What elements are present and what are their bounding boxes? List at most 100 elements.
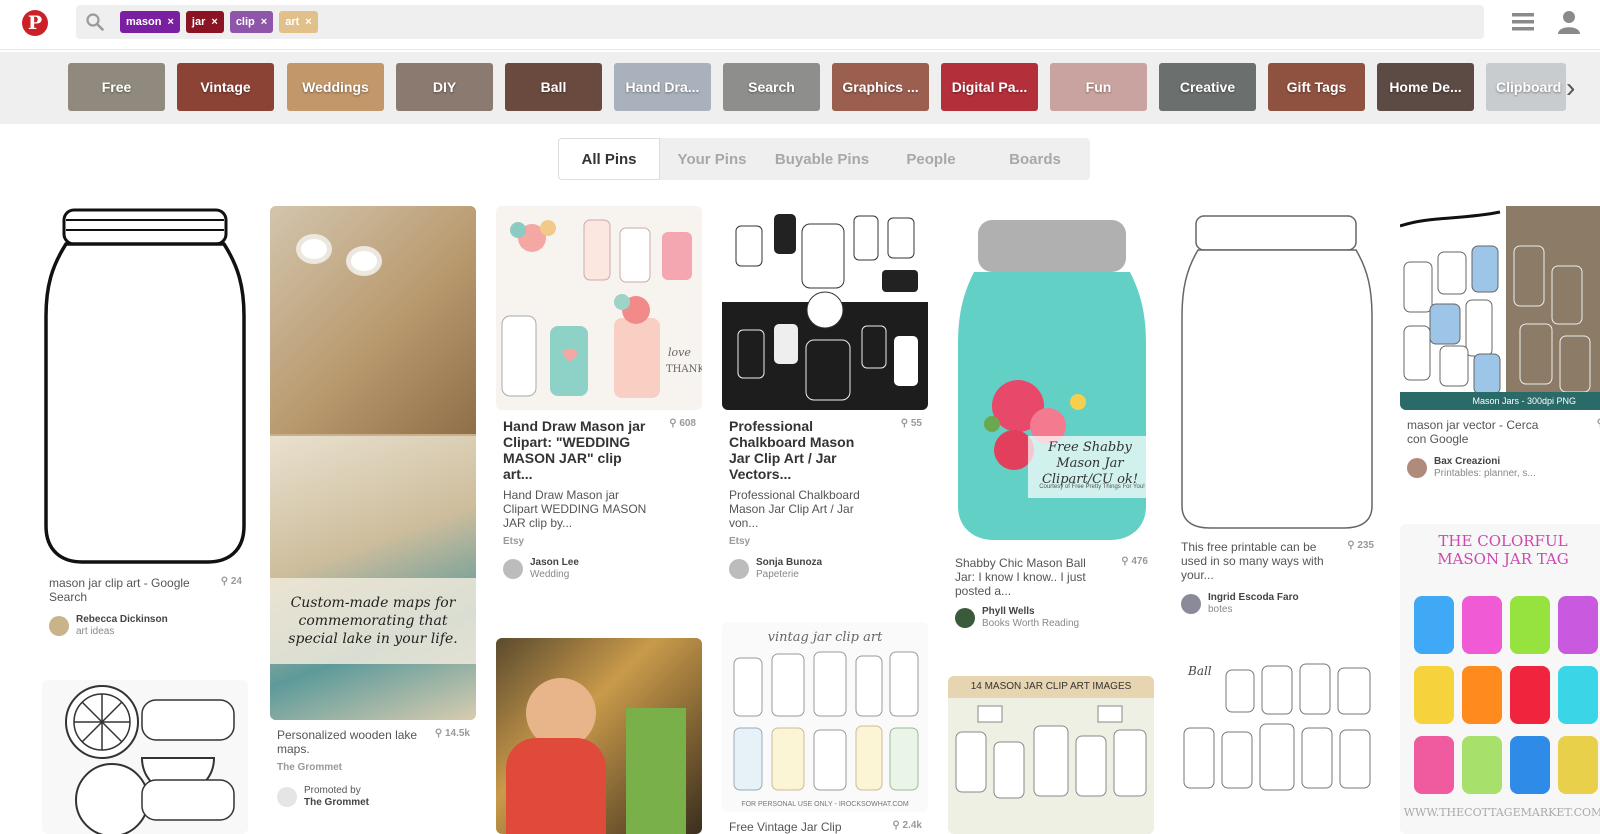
pin-image[interactable] [42, 680, 248, 834]
pin-description: mason jar clip art - Google Search [49, 576, 190, 604]
guide-fun[interactable]: Fun [1050, 63, 1147, 111]
pin-overlay-caption: Mason Jars - 300dpi PNG [1400, 392, 1600, 410]
pin-card[interactable]: This free printable can be used in so ma… [1174, 206, 1380, 616]
avatar[interactable] [1181, 594, 1201, 614]
pin-card[interactable]: vintag jar clip art FOR PERSONAL USE ONL… [722, 622, 928, 834]
pinner-info[interactable]: Jason Lee Wedding [496, 557, 702, 581]
pinner-info[interactable]: Phyll Wells Books Worth Reading [948, 606, 1154, 630]
guide-hand-drawn[interactable]: Hand Dra... [614, 63, 711, 111]
pin-card[interactable] [42, 680, 248, 834]
search-tag-jar[interactable]: jar × [185, 11, 224, 33]
search-tags: mason × jar × clip × art × [120, 11, 318, 33]
pinner-name: The Grommet [304, 797, 370, 808]
pin-image[interactable]: Custom-made maps for commemorating that … [270, 206, 476, 720]
avatar[interactable] [503, 559, 523, 579]
pin-image[interactable]: vintag jar clip art FOR PERSONAL USE ONL… [722, 622, 928, 812]
guide-search[interactable]: Search [723, 63, 820, 111]
repin-count-value: 14.5k [444, 728, 470, 739]
guide-clipboard[interactable]: Clipboard [1486, 63, 1566, 111]
pinner-name: Rebecca Dickinson [76, 614, 168, 625]
pin-source[interactable]: Etsy [503, 536, 702, 547]
pin-card[interactable]: Professional Chalkboard Mason Jar Clip A… [722, 206, 928, 581]
guide-gift-tags[interactable]: Gift Tags [1268, 63, 1365, 111]
pinner-name: Sonja Bunoza [756, 557, 823, 568]
chalkboard-jars-clipart [735, 214, 918, 401]
top-header: P mason × jar × clip × art × [0, 0, 1600, 50]
pin-image[interactable] [1174, 206, 1380, 532]
pin-card[interactable]: THE COLORFUL MASON JAR TAG WWW.THECOTTAG… [1400, 524, 1600, 834]
pin-image[interactable]: 14 MASON JAR CLIP ART IMAGES [948, 676, 1154, 834]
repin-count: ⚲ 55 [900, 418, 922, 429]
search-tag-label: art [285, 16, 300, 28]
pinner-board: art ideas [76, 626, 115, 637]
guide-ball[interactable]: Ball [505, 63, 602, 111]
pinner-name: Bax Creazioni [1434, 456, 1501, 467]
pin-source[interactable]: The Grommet [277, 762, 476, 773]
pin-card[interactable]: love THANKS Hand Draw Mason jar Clipart:… [496, 206, 702, 581]
menu-icon[interactable] [1512, 13, 1534, 31]
pin-card[interactable]: mason jar clip art - Google Search ⚲ 24 … [42, 206, 248, 638]
guide-creative[interactable]: Creative [1159, 63, 1256, 111]
pin-description: Professional Chalkboard Mason Jar Clip A… [729, 488, 860, 530]
pin-image[interactable] [496, 638, 702, 834]
pin-card[interactable]: Custom-made maps for commemorating that … [270, 206, 476, 809]
promo-overlay-text: Custom-made maps for commemorating that … [270, 578, 476, 664]
tab-all-pins[interactable]: All Pins [558, 138, 660, 180]
tab-people[interactable]: People [880, 138, 982, 180]
search-tag-clip[interactable]: clip × [229, 11, 274, 33]
avatar[interactable] [49, 616, 69, 636]
user-icon[interactable] [1558, 10, 1580, 34]
pin-image[interactable]: Mason Jars - 300dpi PNG [1400, 206, 1600, 410]
avatar[interactable] [1407, 458, 1427, 478]
pin-card[interactable]: Ball [1174, 658, 1380, 834]
search-tag-mason[interactable]: mason × [120, 11, 180, 33]
pin-image[interactable]: THE COLORFUL MASON JAR TAG WWW.THECOTTAG… [1400, 524, 1600, 834]
repin-count: ⚲ 14.5k [434, 728, 470, 739]
repin-count-value: 476 [1131, 556, 1148, 567]
vintage-jars-clipart [733, 651, 919, 791]
pinner-info[interactable]: Ingrid Escoda Faro botes [1174, 592, 1380, 616]
pin-image[interactable]: Free Shabby Mason Jar Clipart/CU ok! Cou… [948, 206, 1154, 548]
search-tag-label: mason [126, 16, 162, 28]
remove-tag-icon[interactable]: × [167, 16, 173, 28]
pin-image[interactable] [722, 206, 928, 410]
remove-tag-icon[interactable]: × [211, 16, 217, 28]
pin-card[interactable] [496, 638, 702, 834]
chevron-right-icon[interactable]: › [1566, 72, 1575, 104]
guide-digital-paper[interactable]: Digital Pa... [941, 63, 1038, 111]
pin-image[interactable]: love THANKS [496, 206, 702, 410]
pin-source[interactable]: Etsy [729, 536, 928, 547]
pinner-info[interactable]: Sonja Bunoza Papeterie [722, 557, 928, 581]
avatar[interactable] [955, 608, 975, 628]
search-icon[interactable] [86, 13, 104, 31]
avatar[interactable] [277, 787, 297, 807]
remove-tag-icon[interactable]: × [261, 16, 267, 28]
pinner-info[interactable]: Promoted by The Grommet [270, 785, 476, 809]
pinner-info[interactable]: Bax Creazioni Printables: planner, s... [1400, 456, 1600, 480]
pin-image[interactable]: Ball [1174, 658, 1380, 834]
pinner-info[interactable]: Rebecca Dickinson art ideas [42, 614, 248, 638]
search-tag-art[interactable]: art × [279, 11, 318, 33]
avatar[interactable] [729, 559, 749, 579]
pin-card[interactable]: Free Shabby Mason Jar Clipart/CU ok! Cou… [948, 206, 1154, 630]
guide-graphics[interactable]: Graphics ... [832, 63, 929, 111]
guide-vintage[interactable]: Vintage [177, 63, 274, 111]
pin-overlay-caption: Courtesy of Free Pretty Things For You! [1039, 484, 1145, 490]
pin-card[interactable]: 14 MASON JAR CLIP ART IMAGES [948, 676, 1154, 834]
guide-diy[interactable]: DIY [396, 63, 493, 111]
tab-buyable-pins[interactable]: Buyable Pins [764, 138, 880, 180]
mason-jar-vector-clipart [1400, 210, 1591, 395]
tab-boards[interactable]: Boards [982, 138, 1088, 180]
tab-your-pins[interactable]: Your Pins [660, 138, 764, 180]
guide-home-decor[interactable]: Home De... [1377, 63, 1474, 111]
pin-image[interactable] [42, 206, 248, 568]
fruit-slices-drawing [65, 685, 235, 834]
guided-search-bar: Free Vintage Weddings DIY Ball Hand Dra.… [0, 52, 1600, 124]
pin-title[interactable]: Professional Chalkboard Mason Jar Clip A… [729, 418, 928, 482]
pin-card[interactable]: Mason Jars - 300dpi PNG mason jar vector… [1400, 206, 1600, 480]
search-bar[interactable]: mason × jar × clip × art × [76, 5, 1484, 39]
guide-weddings[interactable]: Weddings [287, 63, 384, 111]
guide-free[interactable]: Free [68, 63, 165, 111]
remove-tag-icon[interactable]: × [305, 16, 311, 28]
pinterest-logo[interactable]: P [22, 10, 48, 36]
